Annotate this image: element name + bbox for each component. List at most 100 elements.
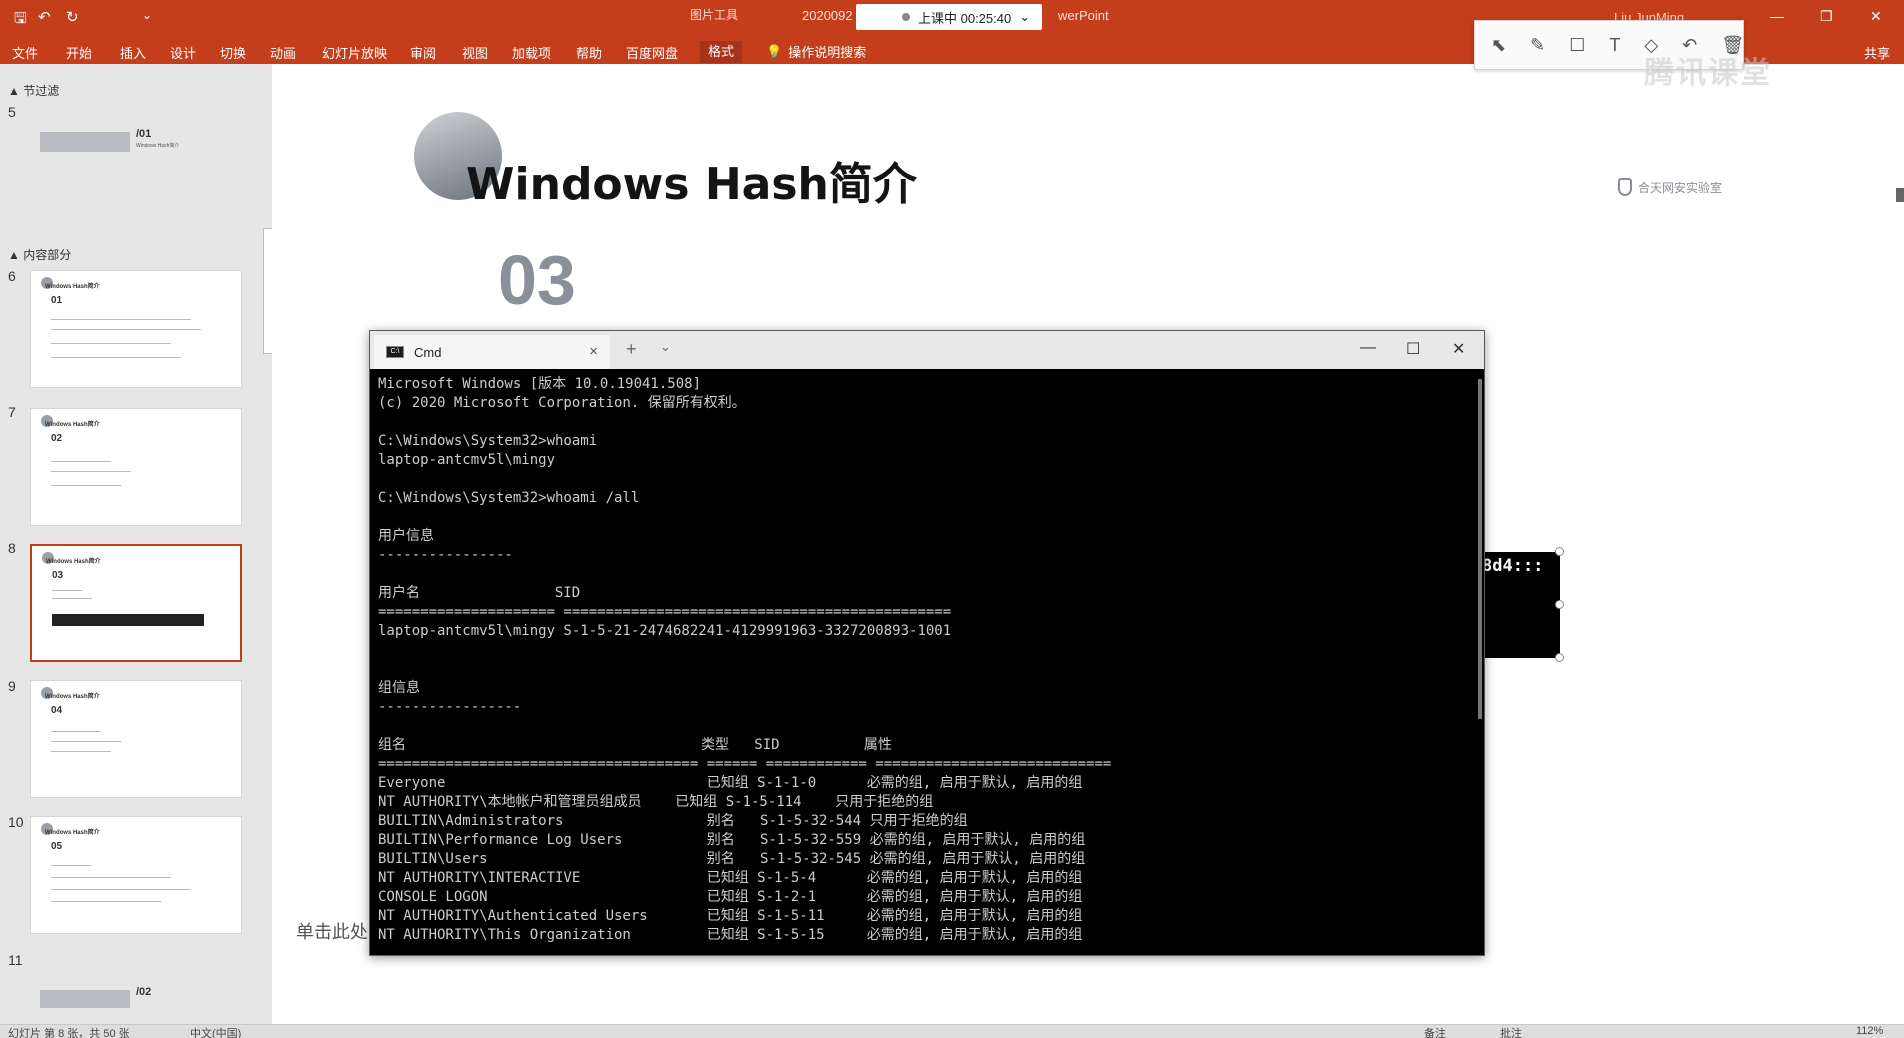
terminal-tab[interactable]: C:\ Cmd × bbox=[374, 335, 610, 369]
comments-button[interactable]: 批注 bbox=[1500, 1025, 1522, 1038]
terminal-line: NT AUTHORITY\Authenticated Users 已知组 S-1… bbox=[378, 908, 1083, 924]
tab-home[interactable]: 开始 bbox=[66, 43, 92, 62]
thumb-line bbox=[51, 751, 111, 752]
watermark: 腾讯课堂 bbox=[1644, 57, 1772, 90]
tab-insert[interactable]: 插入 bbox=[120, 43, 146, 62]
redo-icon[interactable]: ↻ bbox=[66, 8, 79, 26]
terminal-line: (c) 2020 Microsoft Corporation. 保留所有权利。 bbox=[378, 395, 746, 411]
slide-thumbnail-5[interactable]: /01 Windows Hash简介 bbox=[30, 102, 242, 220]
thumb-line bbox=[51, 877, 171, 878]
thumb-number: 02 bbox=[51, 433, 63, 444]
tell-me-search[interactable]: 💡 操作说明搜索 bbox=[766, 42, 866, 61]
close-tab-icon[interactable]: × bbox=[589, 343, 598, 360]
slide-number: 9 bbox=[8, 678, 16, 694]
terminal-line: laptop-antcmv5l\mingy bbox=[378, 452, 556, 468]
save-icon[interactable]: 🖫 bbox=[14, 8, 27, 33]
tab-design[interactable]: 设计 bbox=[170, 43, 196, 62]
terminal-tab-bar: C:\ Cmd × + ⌄ — ☐ ✕ bbox=[370, 331, 1484, 369]
maximize-icon[interactable]: ☐ bbox=[1406, 339, 1420, 359]
slide-counter: 幻灯片 第 8 张，共 50 张 bbox=[8, 1028, 130, 1038]
thumb-line bbox=[51, 471, 131, 472]
tab-baidu[interactable]: 百度网盘 bbox=[626, 43, 678, 62]
tell-me-label: 操作说明搜索 bbox=[788, 45, 867, 60]
pasted-console-image[interactable]: 8d4::: bbox=[1480, 552, 1560, 658]
slide-thumbnail-7[interactable]: Windows Hash简介 02 bbox=[30, 408, 242, 526]
zoom-level[interactable]: 112% bbox=[1856, 1025, 1883, 1037]
chevron-down-icon[interactable]: ⌄ bbox=[1019, 9, 1030, 25]
customize-qat-icon[interactable]: ⌄ bbox=[142, 8, 152, 22]
slide-number: 7 bbox=[8, 404, 16, 420]
doc-title-left: 2020092 bbox=[802, 8, 853, 23]
terminal-line: 用户信息 bbox=[378, 528, 434, 544]
thumb-line bbox=[51, 865, 91, 866]
close-icon[interactable]: ✕ bbox=[1452, 339, 1465, 359]
new-tab-icon[interactable]: + bbox=[626, 339, 637, 360]
minimize-icon[interactable]: — bbox=[1360, 339, 1376, 357]
tab-animations[interactable]: 动画 bbox=[270, 43, 296, 62]
language-indicator[interactable]: 中文(中国) bbox=[190, 1025, 241, 1038]
slide-number: 11 bbox=[8, 952, 23, 968]
thumb-title: Windows Hash简介 bbox=[45, 830, 100, 836]
lightbulb-icon: 💡 bbox=[766, 43, 783, 59]
slide-thumbnail-9[interactable]: Windows Hash简介 04 bbox=[30, 680, 242, 798]
chevron-down-icon[interactable]: ⌄ bbox=[660, 339, 671, 355]
share-button[interactable]: 共享 bbox=[1864, 43, 1890, 62]
slide-section-number[interactable]: 03 bbox=[498, 240, 576, 320]
text-icon[interactable]: T bbox=[1609, 35, 1620, 56]
terminal-window[interactable]: C:\ Cmd × + ⌄ — ☐ ✕ Microsoft Windows [版… bbox=[369, 330, 1485, 956]
rect-icon[interactable]: ☐ bbox=[1569, 35, 1585, 56]
tab-help[interactable]: 帮助 bbox=[576, 43, 602, 62]
thumb-title: Windows Hash简介 bbox=[45, 422, 100, 428]
tab-slideshow[interactable]: 幻灯片放映 bbox=[322, 43, 387, 62]
slide-thumbnail-8[interactable]: Windows Hash简介 03 bbox=[30, 544, 242, 662]
thumb-line bbox=[51, 901, 161, 902]
slide-number: 8 bbox=[8, 540, 16, 556]
tab-view[interactable]: 视图 bbox=[462, 43, 488, 62]
tab-addins[interactable]: 加载项 bbox=[512, 43, 551, 62]
section-content[interactable]: ▲ 内容部分 bbox=[8, 246, 71, 263]
cmd-icon: C:\ bbox=[386, 346, 404, 358]
thumb-line bbox=[51, 319, 191, 320]
scroll-marker bbox=[1896, 188, 1904, 202]
slide-thumbnail-11[interactable]: /02 bbox=[30, 954, 242, 1014]
slide-thumbnail-10[interactable]: Windows Hash简介 05 bbox=[30, 816, 242, 934]
terminal-line: Everyone 已知组 S-1-1-0 必需的组, 启用于默认, 启用的组 bbox=[378, 775, 1083, 791]
resize-handle[interactable] bbox=[1555, 600, 1564, 609]
terminal-line: C:\Windows\System32>whoami bbox=[378, 433, 598, 449]
logo-text: 合天网安实验室 bbox=[1638, 180, 1723, 195]
restore-icon[interactable]: ❐ bbox=[1820, 8, 1833, 25]
resize-handle[interactable] bbox=[1555, 653, 1564, 662]
thumb-line bbox=[51, 889, 191, 890]
shield-icon bbox=[1618, 178, 1632, 196]
minimize-icon[interactable]: — bbox=[1770, 8, 1784, 24]
section-filter[interactable]: ▲ 节过滤 bbox=[8, 82, 59, 99]
text-placeholder[interactable]: 单击此处 bbox=[296, 918, 368, 944]
tab-format[interactable]: 格式 bbox=[700, 41, 743, 63]
terminal-line: BUILTIN\Performance Log Users 别名 S-1-5-3… bbox=[378, 832, 1086, 848]
thumb-line bbox=[51, 357, 181, 358]
terminal-output[interactable]: Microsoft Windows [版本 10.0.19041.508] (c)… bbox=[378, 375, 1468, 951]
slide-thumbnails-pane: ▲ 节过滤 5 /01 Windows Hash简介 ▲ 内容部分 6 Wind… bbox=[0, 64, 275, 1024]
class-timer[interactable]: 上课中 00:25:40 ⌄ bbox=[856, 4, 1042, 30]
thumb-banner bbox=[40, 990, 130, 1008]
thumb-line bbox=[51, 485, 121, 486]
slide-title[interactable]: Windows Hash简介 bbox=[466, 148, 917, 212]
context-tools-label: 图片工具 bbox=[690, 8, 739, 22]
record-dot-icon bbox=[902, 13, 910, 21]
close-icon[interactable]: ✕ bbox=[1870, 8, 1882, 25]
slide-number: 10 bbox=[8, 814, 24, 830]
pointer-icon[interactable]: ⬉ bbox=[1491, 35, 1506, 56]
slide-number: 6 bbox=[8, 268, 16, 284]
tab-file[interactable]: 文件 bbox=[12, 43, 38, 62]
tab-review[interactable]: 审阅 bbox=[410, 43, 436, 62]
undo-icon[interactable]: ↶ bbox=[38, 8, 51, 26]
notes-button[interactable]: 备注 bbox=[1424, 1025, 1446, 1038]
slide-thumbnail-6[interactable]: Windows Hash简介 01 bbox=[30, 270, 242, 388]
pen-icon[interactable]: ✎ bbox=[1530, 35, 1545, 56]
terminal-scrollbar[interactable] bbox=[1478, 379, 1482, 719]
thumb-line bbox=[51, 741, 121, 742]
resize-handle[interactable] bbox=[1555, 547, 1564, 556]
tab-transitions[interactable]: 切换 bbox=[220, 43, 246, 62]
